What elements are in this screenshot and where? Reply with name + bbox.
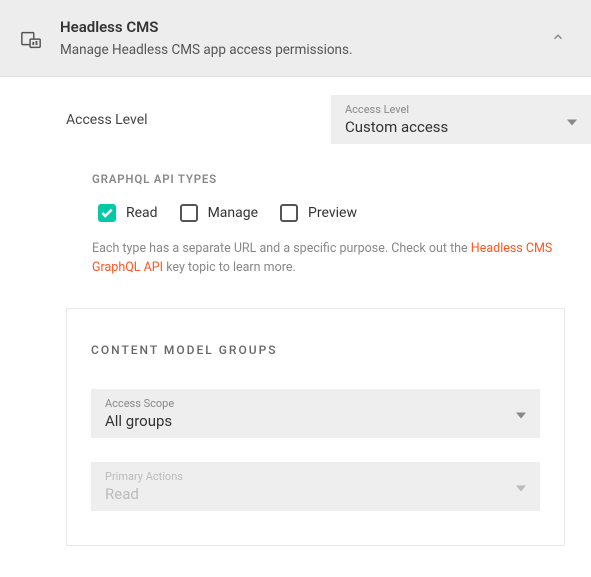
check-icon [101, 208, 113, 218]
checkbox-label: Preview [308, 205, 357, 221]
select-value: Read [105, 485, 526, 503]
select-value: Custom access [345, 118, 577, 136]
access-level-row: Access Level Access Level Custom access [0, 77, 591, 162]
checkbox-preview[interactable]: Preview [280, 204, 357, 222]
caret-down-icon [516, 477, 526, 496]
checkbox-read[interactable]: Read [98, 204, 158, 222]
api-types-checkboxes: Read Manage Preview [98, 204, 561, 222]
checkbox-box [180, 204, 198, 222]
panel-body: Access Level Access Level Custom access … [0, 77, 591, 566]
primary-actions-select[interactable]: Primary Actions Read [91, 462, 540, 511]
chevron-up-icon [551, 30, 565, 44]
caret-down-icon [567, 110, 577, 129]
access-scope-select[interactable]: Access Scope All groups [91, 389, 540, 438]
header-title: Headless CMS [60, 18, 545, 36]
header-bar: Headless CMS Manage Headless CMS app acc… [0, 0, 591, 77]
select-label: Access Scope [105, 397, 526, 410]
header-subtitle: Manage Headless CMS app access permissio… [60, 42, 545, 58]
checkbox-label: Read [126, 205, 158, 221]
select-label: Access Level [345, 103, 577, 116]
card-heading: CONTENT MODEL GROUPS [91, 343, 540, 357]
select-label: Primary Actions [105, 470, 526, 483]
help-prefix: Each type has a separate URL and a speci… [92, 241, 471, 256]
cms-icon [20, 29, 42, 51]
checkbox-manage[interactable]: Manage [180, 204, 258, 222]
checkbox-box [98, 204, 116, 222]
collapse-toggle[interactable] [545, 23, 571, 54]
api-types-help: Each type has a separate URL and a speci… [92, 240, 561, 278]
content-model-groups-card: CONTENT MODEL GROUPS Access Scope All gr… [66, 308, 565, 546]
select-value: All groups [105, 412, 526, 430]
help-suffix: key topic to learn more. [163, 260, 296, 275]
section-heading: GRAPHQL API TYPES [92, 172, 561, 186]
graphql-api-types-section: GRAPHQL API TYPES Read Manage Preview Ea… [0, 162, 591, 288]
header-text: Headless CMS Manage Headless CMS app acc… [60, 18, 545, 58]
checkbox-label: Manage [208, 205, 258, 221]
access-level-select[interactable]: Access Level Custom access [331, 95, 591, 144]
checkbox-box [280, 204, 298, 222]
caret-down-icon [516, 404, 526, 423]
access-level-label: Access Level [66, 112, 266, 128]
